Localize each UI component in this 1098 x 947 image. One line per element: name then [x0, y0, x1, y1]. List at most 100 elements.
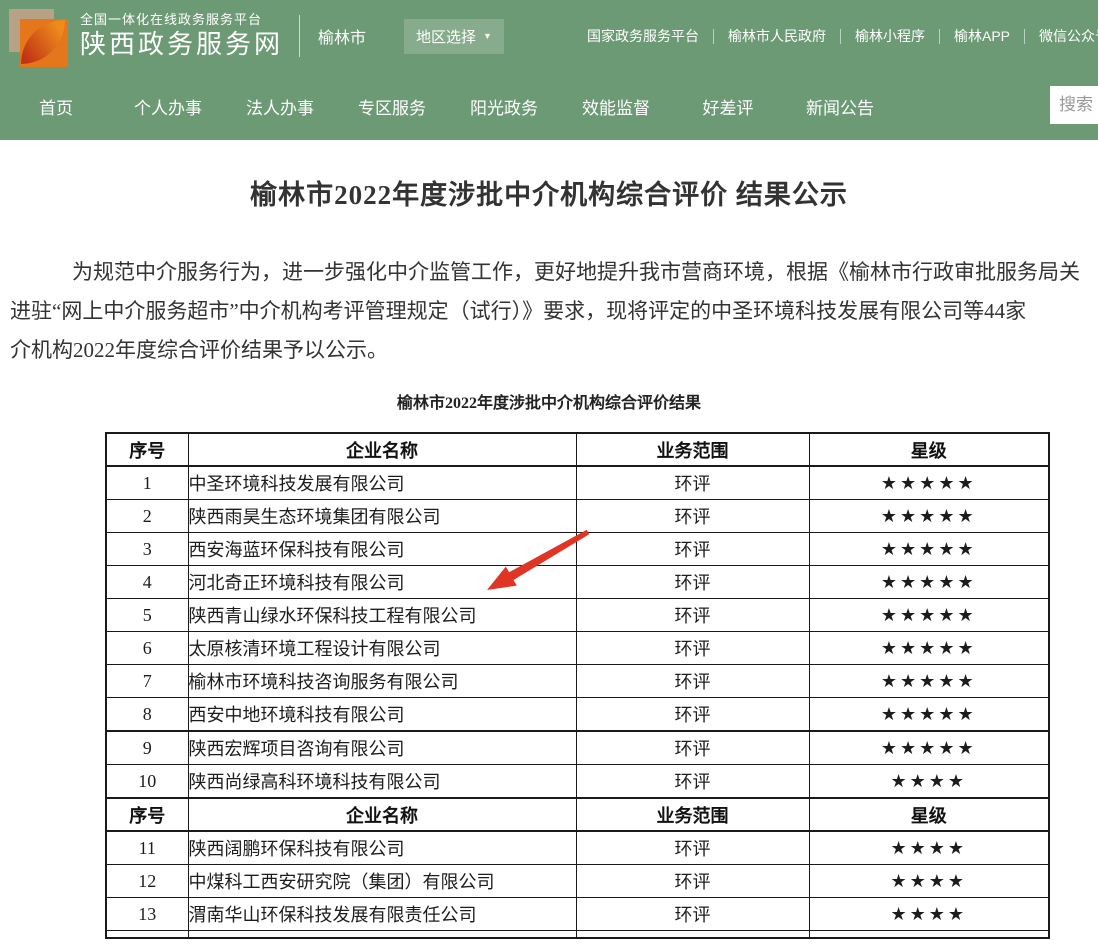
paragraph-line: 为规范中介服务行为，进一步强化中介监管工作，更好地提升我市营商环境，根据《榆林市… [10, 253, 1080, 292]
company-name: 河北奇正环境科技有限公司 [188, 566, 576, 599]
region-select-button[interactable]: 地区选择 ▼ [404, 19, 504, 54]
quick-link[interactable]: 微信公众号 [1025, 26, 1098, 46]
empty-cell [809, 931, 1049, 939]
company-name: 陕西尚绿高科环境科技有限公司 [188, 765, 576, 799]
caret-down-icon: ▼ [483, 31, 492, 41]
row-number: 7 [106, 665, 188, 698]
row-number: 1 [106, 466, 188, 500]
article-content: 榆林市2022年度涉批中介机构综合评价 结果公示 为规范中介服务行为，进一步强化… [0, 140, 1098, 947]
star-rating: ★★★★ [809, 865, 1049, 898]
table-caption: 榆林市2022年度涉批中介机构综合评价结果 [0, 389, 1098, 413]
nav-item[interactable]: 新闻公告 [784, 94, 896, 119]
row-number: 3 [106, 533, 188, 566]
business-scope: 环评 [576, 765, 809, 799]
nav-item[interactable]: 专区服务 [336, 94, 448, 119]
column-header: 企业名称 [188, 433, 576, 466]
region-select-label: 地区选择 [416, 26, 476, 47]
company-name: 陕西阔鹏环保科技有限公司 [188, 831, 576, 865]
table-row: 8西安中地环境科技有限公司环评★★★★★ [106, 698, 1049, 732]
star-rating: ★★★★ [809, 898, 1049, 931]
business-scope: 环评 [576, 898, 809, 931]
business-scope: 环评 [576, 632, 809, 665]
empty-cell [188, 931, 576, 939]
company-name: 西安中地环境科技有限公司 [188, 698, 576, 732]
nav-item[interactable]: 效能监督 [560, 94, 672, 119]
table-row: 4河北奇正环境科技有限公司环评★★★★★ [106, 566, 1049, 599]
platform-name: 全国一体化在线政务服务平台 [80, 12, 283, 28]
nav-menu: 首页个人办事法人办事专区服务阳光政务效能监督好差评新闻公告 [0, 72, 1098, 140]
page-title: 榆林市2022年度涉批中介机构综合评价 结果公示 [0, 173, 1098, 212]
company-name: 中煤科工西安研究院（集团）有限公司 [188, 865, 576, 898]
company-name: 陕西青山绿水环保科技工程有限公司 [188, 599, 576, 632]
paragraph-line: 进驻“网上中介服务超市”中介机构考评管理规定（试行）》要求，现将评定的中圣环境科… [10, 292, 1080, 331]
evaluation-results-table: 序号企业名称业务范围星级1中圣环境科技发展有限公司环评★★★★★2陕西雨昊生态环… [105, 432, 1050, 939]
table-row: 5陕西青山绿水环保科技工程有限公司环评★★★★★ [106, 599, 1049, 632]
business-scope: 环评 [576, 731, 809, 765]
business-scope: 环评 [576, 533, 809, 566]
nav-item[interactable]: 阳光政务 [448, 94, 560, 119]
quick-link[interactable]: 榆林APP [940, 26, 1024, 46]
column-header: 星级 [809, 798, 1049, 831]
star-rating: ★★★★★ [809, 665, 1049, 698]
table-header-row: 序号企业名称业务范围星级 [106, 433, 1049, 466]
site-brand: 全国一体化在线政务服务平台 陕西政务服务网 [80, 12, 283, 61]
column-header: 业务范围 [576, 798, 809, 831]
table-header-row: 序号企业名称业务范围星级 [106, 798, 1049, 831]
quick-link[interactable]: 榆林小程序 [841, 26, 939, 46]
row-number: 2 [106, 500, 188, 533]
row-number: 10 [106, 765, 188, 799]
brand-divider [299, 15, 300, 57]
column-header: 业务范围 [576, 433, 809, 466]
star-rating: ★★★★★ [809, 533, 1049, 566]
paragraph-line: 介机构2022年度综合评价结果予以公示。 [10, 331, 1080, 370]
business-scope: 环评 [576, 831, 809, 865]
column-header: 序号 [106, 798, 188, 831]
quick-links: 国家政务服务平台榆林市人民政府榆林小程序榆林APP微信公众号注册 [573, 0, 1098, 72]
business-scope: 环评 [576, 500, 809, 533]
table-body: 序号企业名称业务范围星级1中圣环境科技发展有限公司环评★★★★★2陕西雨昊生态环… [106, 433, 1049, 938]
nav-item[interactable]: 好差评 [672, 94, 784, 119]
row-number: 8 [106, 698, 188, 732]
table-row: 13渭南华山环保科技发展有限责任公司环评★★★★ [106, 898, 1049, 931]
business-scope: 环评 [576, 466, 809, 500]
business-scope: 环评 [576, 865, 809, 898]
table-row: 6太原核清环境工程设计有限公司环评★★★★★ [106, 632, 1049, 665]
nav-item[interactable]: 首页 [0, 94, 112, 119]
business-scope: 环评 [576, 698, 809, 732]
table-row [106, 931, 1049, 939]
table-row: 10陕西尚绿高科环境科技有限公司环评★★★★ [106, 765, 1049, 799]
star-rating: ★★★★ [809, 765, 1049, 799]
page: { "header": { "platform_small": "全国一体化在线… [0, 0, 1098, 947]
empty-cell [576, 931, 809, 939]
search-input[interactable] [1050, 86, 1098, 124]
nav-item[interactable]: 法人办事 [224, 94, 336, 119]
business-scope: 环评 [576, 665, 809, 698]
site-logo-icon [6, 6, 70, 70]
star-rating: ★★★★ [809, 831, 1049, 865]
table-row: 12中煤科工西安研究院（集团）有限公司环评★★★★ [106, 865, 1049, 898]
nav-item[interactable]: 个人办事 [112, 94, 224, 119]
company-name: 太原核清环境工程设计有限公司 [188, 632, 576, 665]
company-name: 西安海蓝环保科技有限公司 [188, 533, 576, 566]
table-row: 2陕西雨昊生态环境集团有限公司环评★★★★★ [106, 500, 1049, 533]
star-rating: ★★★★★ [809, 566, 1049, 599]
column-header: 星级 [809, 433, 1049, 466]
star-rating: ★★★★★ [809, 599, 1049, 632]
row-number: 5 [106, 599, 188, 632]
site-name: 陕西政务服务网 [80, 28, 283, 61]
top-header: 全国一体化在线政务服务平台 陕西政务服务网 榆林市 地区选择 ▼ 国家政务服务平… [0, 0, 1098, 72]
star-rating: ★★★★★ [809, 731, 1049, 765]
row-number: 11 [106, 831, 188, 865]
star-rating: ★★★★★ [809, 632, 1049, 665]
star-rating: ★★★★★ [809, 698, 1049, 732]
quick-link[interactable]: 榆林市人民政府 [714, 26, 840, 46]
main-navbar: 首页个人办事法人办事专区服务阳光政务效能监督好差评新闻公告 [0, 72, 1098, 140]
article-paragraph: 为规范中介服务行为，进一步强化中介监管工作，更好地提升我市营商环境，根据《榆林市… [10, 253, 1080, 370]
row-number: 9 [106, 731, 188, 765]
quick-link[interactable]: 国家政务服务平台 [573, 26, 713, 46]
company-name: 渭南华山环保科技发展有限责任公司 [188, 898, 576, 931]
row-number: 6 [106, 632, 188, 665]
company-name: 榆林市环境科技咨询服务有限公司 [188, 665, 576, 698]
business-scope: 环评 [576, 599, 809, 632]
company-name: 陕西宏辉项目咨询有限公司 [188, 731, 576, 765]
